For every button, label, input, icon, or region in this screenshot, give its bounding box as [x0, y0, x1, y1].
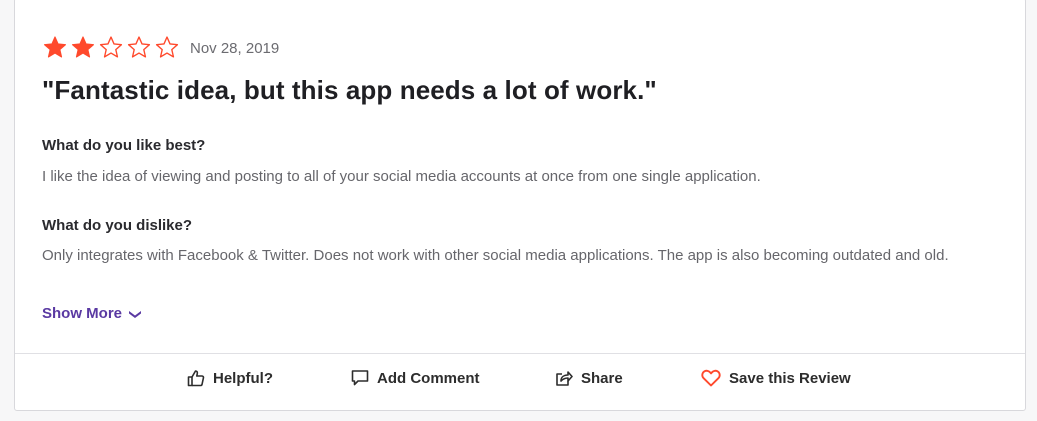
thumbs-up-icon [187, 370, 205, 387]
review-title: "Fantastic idea, but this app needs a lo… [42, 75, 657, 105]
review-card: Nov 28, 2019 "Fantastic idea, but this a… [14, 0, 1026, 411]
question-label-like: What do you like best? [42, 137, 206, 154]
save-review-label: Save this Review [729, 369, 851, 387]
star-filled-icon [71, 36, 95, 58]
review-header: Nov 28, 2019 [42, 35, 279, 60]
share-label: Share [581, 369, 623, 387]
star-empty-icon [99, 36, 123, 58]
star-rating [42, 35, 182, 60]
star-filled-icon [43, 36, 67, 58]
answer-text-dislike: Only integrates with Facebook & Twitter.… [42, 247, 949, 264]
save-review-button[interactable]: Save this Review [701, 369, 851, 387]
show-more-button[interactable]: Show More [42, 305, 142, 322]
comment-icon [351, 370, 369, 386]
helpful-button[interactable]: Helpful? [187, 369, 273, 387]
question-label-dislike: What do you dislike? [42, 217, 193, 234]
star-empty-icon [127, 36, 151, 58]
review-actions-bar: Helpful? Add Comment Share Save this Rev… [15, 369, 1025, 397]
star-empty-icon [155, 36, 179, 58]
review-date: Nov 28, 2019 [190, 39, 280, 57]
share-icon [556, 371, 573, 386]
heart-icon [701, 369, 721, 387]
add-comment-button[interactable]: Add Comment [351, 369, 480, 387]
helpful-label: Helpful? [213, 369, 273, 387]
chevron-down-icon [129, 310, 142, 318]
add-comment-label: Add Comment [377, 369, 480, 387]
actions-divider [15, 353, 1025, 354]
answer-text-like: I like the idea of viewing and posting t… [42, 168, 761, 185]
show-more-label: Show More [42, 305, 123, 322]
share-button[interactable]: Share [555, 369, 623, 387]
